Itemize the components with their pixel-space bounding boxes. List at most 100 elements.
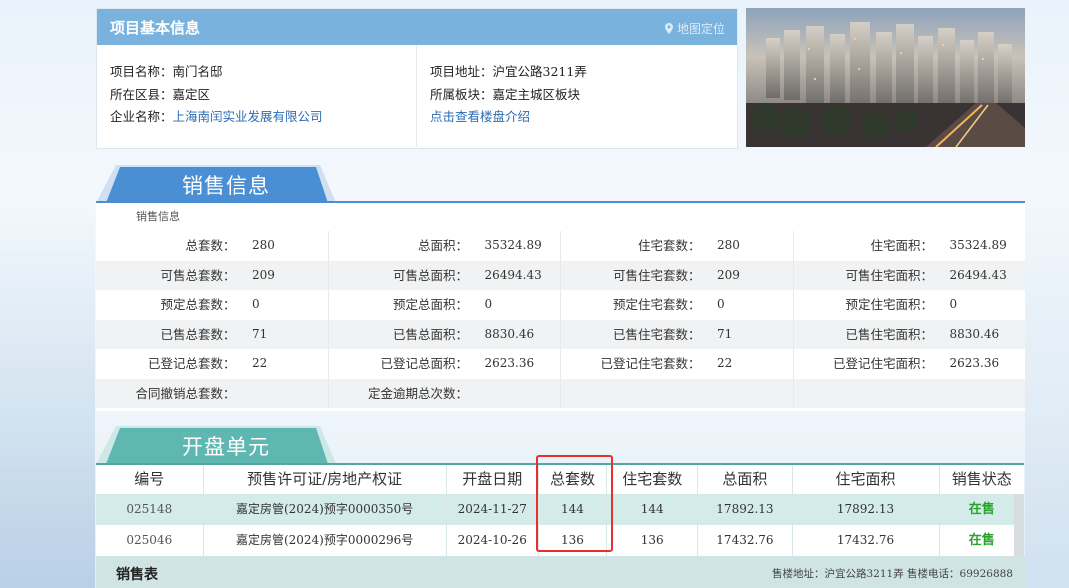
- sales-value: 8830.46: [949, 326, 1000, 341]
- sales-row: 预定总套数： 0 预定总面积： 0 预定住宅套数： 0 预定住宅面积： 0: [96, 290, 1025, 320]
- highlight-box-total-units: [536, 455, 613, 552]
- city-skyline-image: [746, 8, 1025, 147]
- sales-label: 总面积：: [417, 238, 468, 253]
- project-name-row: 项目名称：南门名邸: [110, 61, 323, 84]
- project-name-label: 项目名称：: [110, 64, 173, 79]
- sales-label: 已售总套数：: [160, 326, 236, 342]
- sales-row: 可售总套数： 209 可售总面积： 26494.43 可售住宅套数： 209 可售住宅…: [96, 260, 1025, 290]
- company-link[interactable]: 上海南闰实业发展有限公司: [173, 109, 323, 124]
- cell-residential-units: 136: [607, 525, 699, 556]
- header-residential-area[interactable]: 住宅面积: [793, 465, 940, 494]
- cell-residential-units: 144: [607, 494, 699, 525]
- background-decoration: [0, 200, 95, 588]
- sales-row: 已登记总套数： 22 已登记总面积： 2623.36 已登记住宅套数： 22 已登记住…: [96, 349, 1025, 379]
- header-residential-units[interactable]: 住宅套数: [607, 465, 699, 494]
- project-info-header: 项目基本信息 地图定位: [97, 9, 737, 45]
- cell-sales-status[interactable]: 在售: [940, 525, 1025, 556]
- cell-residential-area: 17432.76: [793, 525, 940, 556]
- header-total-area[interactable]: 总面积: [698, 465, 793, 494]
- sales-value: 0: [252, 297, 260, 311]
- project-name-value: 南门名邸: [172, 64, 223, 79]
- sales-label: 已登记住宅面积：: [832, 356, 933, 371]
- district-row: 所在区县：嘉定区: [110, 84, 323, 107]
- project-info-left: 项目名称：南门名邸 所在区县：嘉定区 企业名称：上海南闰实业发展有限公司: [110, 61, 323, 129]
- sales-value: 280: [252, 238, 275, 252]
- map-locate-label: 地图定位: [676, 22, 725, 36]
- cell-total-area: 17892.13: [698, 494, 793, 525]
- sales-label: 可售住宅套数：: [612, 267, 701, 283]
- sales-value: 71: [252, 326, 268, 341]
- sales-value: 35324.89: [949, 238, 1007, 252]
- sales-label: 定金逾期总次数：: [367, 385, 468, 401]
- sales-row: 已售总套数： 71 已售总面积： 8830.46 已售住宅套数： 71 已售住宅面积：…: [96, 319, 1025, 349]
- cell-residential-area: 17892.13: [793, 494, 940, 525]
- sales-label: 预定住宅面积：: [845, 297, 933, 312]
- map-locate-link[interactable]: 地图定位: [664, 20, 725, 37]
- header-permit[interactable]: 预售许可证/房地产权证: [204, 465, 447, 494]
- cell-code: 025046: [96, 525, 204, 556]
- sales-value: 280: [717, 238, 740, 252]
- sales-label: 住宅面积：: [870, 238, 933, 253]
- sector-value: 嘉定主城区板块: [492, 86, 581, 102]
- sector-row: 所属板块：嘉定主城区板块: [430, 84, 587, 107]
- project-intro-link[interactable]: 点击查看楼盘介绍: [430, 109, 530, 124]
- sales-value: 8830.46: [484, 326, 535, 341]
- background-decoration-right: [1025, 180, 1069, 588]
- sales-label: 可售总套数：: [160, 267, 236, 283]
- sales-value: 26494.43: [484, 267, 542, 282]
- sales-contact-info: 售楼地址：沪宜公路3211弄 售楼电话：69926888: [771, 568, 1013, 580]
- sales-value: 0: [484, 297, 493, 311]
- header-sales-status[interactable]: 销售状态: [940, 465, 1025, 494]
- sales-label: 总套数：: [185, 238, 236, 253]
- cell-open-date: 2024-11-27: [447, 494, 539, 525]
- sales-value: 209: [252, 267, 275, 282]
- sales-table-title: 销售表: [116, 567, 158, 583]
- sales-label: 已售总面积：: [392, 326, 468, 342]
- sales-value: 2623.36: [484, 356, 535, 370]
- district-label: 所在区县：: [110, 86, 173, 102]
- sales-label: 预定住宅套数：: [612, 297, 701, 312]
- cell-permit[interactable]: 嘉定房管(2024)预字0000296号: [204, 525, 447, 556]
- sales-subtitle: 销售信息: [136, 210, 180, 223]
- sales-label: 预定总面积：: [392, 297, 468, 312]
- header-open-date[interactable]: 开盘日期: [447, 465, 539, 494]
- sales-row: 合同撤销总套数： 定金逾期总次数：: [96, 378, 1025, 408]
- map-pin-icon: [664, 23, 673, 34]
- cell-open-date: 2024-10-26: [447, 525, 539, 556]
- sales-label: 已登记总套数：: [147, 356, 236, 371]
- cell-total-area: 17432.76: [698, 525, 793, 556]
- address-row: 项目地址：沪宜公路3211弄: [430, 61, 587, 84]
- sales-info-table: 销售信息 总套数： 280 总面积： 35324.89 住宅套数： 280 住宅面积：…: [96, 203, 1025, 411]
- sales-tab-title: 销售信息: [182, 174, 270, 198]
- table-scrollbar[interactable]: [1014, 494, 1024, 556]
- sales-value: 71: [717, 326, 733, 341]
- cell-sales-status[interactable]: 在售: [940, 494, 1025, 525]
- address-label: 项目地址：: [430, 64, 493, 79]
- company-label: 企业名称：: [110, 109, 173, 124]
- sales-value: 22: [252, 356, 268, 370]
- units-tab-title: 开盘单元: [182, 435, 270, 459]
- project-info-title: 项目基本信息: [110, 19, 201, 37]
- sales-label: 预定总套数：: [160, 297, 236, 312]
- company-row: 企业名称：上海南闰实业发展有限公司: [110, 106, 323, 129]
- sales-label: 已售住宅套数：: [612, 326, 701, 342]
- project-info-right: 项目地址：沪宜公路3211弄 所属板块：嘉定主城区板块 点击查看楼盘介绍: [430, 61, 587, 129]
- sales-value: 22: [717, 356, 733, 370]
- sales-label: 已售住宅面积：: [845, 326, 933, 342]
- sales-table-footer: 销售表 售楼地址：沪宜公路3211弄 售楼电话：69926888: [96, 556, 1025, 588]
- sales-value: 2623.36: [949, 356, 1000, 370]
- sales-value: 209: [717, 267, 740, 282]
- header-code[interactable]: 编号: [96, 465, 204, 494]
- cell-code: 025148: [96, 494, 204, 525]
- sales-label: 住宅套数：: [637, 238, 701, 253]
- sales-label: 可售住宅面积：: [845, 267, 933, 283]
- sales-value: 0: [949, 297, 958, 311]
- sales-value: 0: [717, 297, 725, 311]
- sales-label: 已登记总面积：: [380, 356, 468, 371]
- project-photo: [746, 8, 1025, 147]
- sales-label: 合同撤销总套数：: [135, 385, 236, 401]
- cell-permit[interactable]: 嘉定房管(2024)预字0000350号: [204, 494, 447, 525]
- sales-section-tab: 销售信息: [96, 165, 1025, 203]
- district-value: 嘉定区: [172, 86, 211, 102]
- address-value: 沪宜公路3211弄: [492, 64, 587, 79]
